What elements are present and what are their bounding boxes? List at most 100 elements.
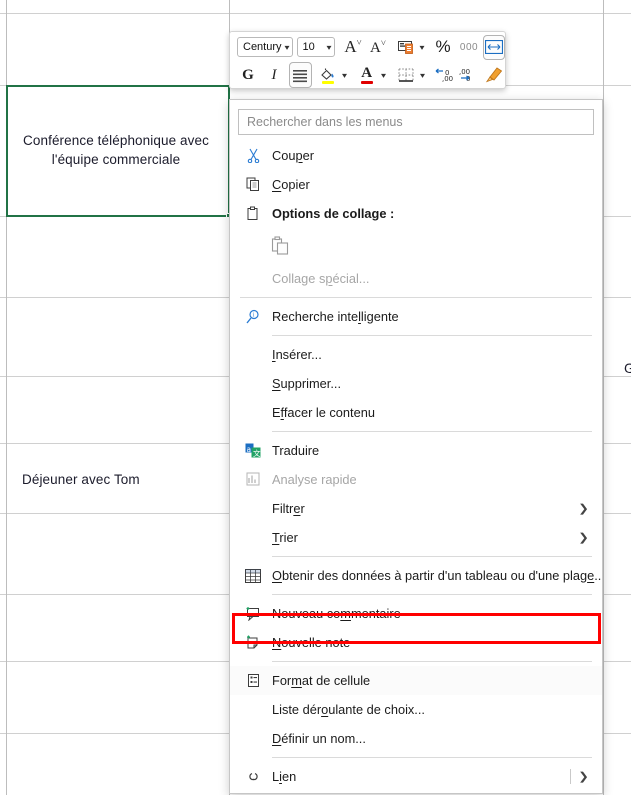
menu-item-paste-special: Collage spécial...: [230, 264, 602, 293]
table-icon: [238, 568, 268, 583]
increase-decimal-button[interactable]: 0 ,00: [433, 63, 455, 87]
menu-item-translate[interactable]: a 文 Traduire: [230, 436, 602, 465]
menu-item-clear-contents[interactable]: Effacer le contenu: [230, 398, 602, 427]
letter-a-up-icon: A˅: [344, 37, 362, 56]
menu-item-new-note[interactable]: Nouvelle note: [230, 628, 602, 657]
menu-separator: [272, 661, 592, 662]
menu-item-insert[interactable]: Insérer...: [230, 340, 602, 369]
format-painter-button[interactable]: [483, 63, 505, 87]
font-color-swatch: [360, 81, 373, 84]
menu-item-label: Format de cellule: [272, 673, 371, 688]
italic-button[interactable]: I: [263, 63, 285, 87]
fill-color-dropdown[interactable]: ▾: [337, 63, 351, 87]
chevron-down-icon: ▾: [326, 42, 332, 52]
link-icon: [238, 770, 268, 783]
gridline-vertical: [603, 0, 604, 795]
decrease-decimal-icon: ,00 0: [459, 68, 470, 83]
translate-icon: a 文: [238, 443, 268, 458]
menu-item-link[interactable]: Lien ❯: [230, 762, 602, 791]
menu-item-copy[interactable]: Copier: [230, 170, 602, 199]
cell-text-conference-line2: l'équipe commerciale: [51, 152, 181, 167]
letter-a-down-icon: A˅: [370, 37, 386, 56]
quick-analysis-icon: [238, 472, 268, 487]
menu-item-label: Collage spécial...: [272, 271, 370, 286]
comment-icon: [238, 606, 268, 621]
submenu-divider: [570, 769, 571, 784]
menu-item-smart-lookup[interactable]: i Recherche intelligente: [230, 302, 602, 331]
cell-text-conference-line1: Conférence téléphonique avec: [23, 133, 209, 148]
menu-search-placeholder: Rechercher dans les menus: [247, 115, 403, 129]
menu-item-sort[interactable]: Trier ❯: [230, 523, 602, 552]
menu-item-get-data[interactable]: Obtenir des données à partir d'un tablea…: [230, 561, 602, 590]
bold-button[interactable]: G: [237, 63, 259, 87]
svg-text:i: i: [253, 312, 255, 318]
menu-item-filter[interactable]: Filtrer ❯: [230, 494, 602, 523]
menu-item-define-name[interactable]: Définir un nom...: [230, 724, 602, 753]
italic-icon: I: [271, 66, 277, 83]
percent-style-button[interactable]: %: [432, 35, 454, 59]
menu-item-label: Options de collage :: [272, 206, 395, 221]
mini-floating-toolbar[interactable]: Century ▾ 10 ▾ A˅ A˅ ▾ % 000 G I ▾ A ▾ ▾…: [229, 31, 506, 89]
gridline-horizontal: [0, 13, 631, 14]
borders-button[interactable]: [395, 63, 417, 87]
wrap-text-icon: [485, 40, 503, 54]
menu-item-format-cells[interactable]: Format de cellule: [230, 666, 602, 695]
menu-item-label: Couper: [272, 148, 314, 163]
font-color-dropdown[interactable]: ▾: [376, 63, 390, 87]
scissors-icon: [238, 148, 268, 163]
menu-item-label: Obtenir des données à partir d'un tablea…: [272, 568, 602, 583]
clipboard-plain-icon: [267, 236, 293, 256]
menu-item-new-comment[interactable]: Nouveau commentaire: [230, 599, 602, 628]
letter-a-icon: A: [361, 64, 373, 81]
menu-item-delete[interactable]: Supprimer...: [230, 369, 602, 398]
decrease-decimal-button[interactable]: ,00 0: [457, 63, 479, 87]
font-name-value: Century: [243, 41, 282, 53]
decrease-font-size-button[interactable]: A˅: [367, 35, 389, 59]
cell-text-lunch: Déjeuner avec Tom: [22, 472, 140, 487]
menu-item-label: Nouvelle note: [272, 635, 351, 650]
menu-separator: [272, 556, 592, 557]
menu-item-label: Effacer le contenu: [272, 405, 375, 420]
fill-color-button[interactable]: [317, 63, 339, 87]
magnifier-icon: i: [238, 309, 268, 325]
menu-item-label: Supprimer...: [272, 376, 342, 391]
menu-item-label: Filtrer: [272, 501, 305, 516]
comma-style-button[interactable]: 000: [458, 35, 480, 59]
menu-separator: [272, 757, 592, 758]
borders-icon: [398, 68, 414, 82]
svg-text:文: 文: [253, 448, 261, 458]
paste-option-button[interactable]: [230, 228, 602, 264]
menu-item-label: Trier: [272, 530, 298, 545]
menu-item-label: Lien: [272, 769, 297, 784]
menu-item-label: Insérer...: [272, 347, 322, 362]
font-color-button[interactable]: A: [356, 63, 378, 87]
accounting-format-button[interactable]: [395, 35, 417, 59]
menu-search-input[interactable]: Rechercher dans les menus: [238, 109, 594, 135]
menu-separator: [272, 594, 592, 595]
currency-icon: [397, 40, 413, 54]
menu-item-label: Liste déroulante de choix...: [272, 702, 425, 717]
copy-icon: [238, 177, 268, 192]
font-size-value: 10: [302, 41, 315, 53]
paintbrush-icon: [485, 67, 503, 83]
menu-separator: [240, 297, 592, 298]
menu-item-dropdown-list[interactable]: Liste déroulante de choix...: [230, 695, 602, 724]
menu-separator: [272, 335, 592, 336]
svg-text:,00: ,00: [442, 75, 453, 83]
menu-separator: [272, 431, 592, 432]
accounting-format-dropdown[interactable]: ▾: [416, 35, 429, 59]
font-size-combobox[interactable]: 10 ▾: [296, 37, 335, 57]
menu-item-cut[interactable]: Couper: [230, 141, 602, 170]
font-name-combobox[interactable]: Century ▾: [237, 37, 293, 57]
increase-font-size-button[interactable]: A˅: [342, 35, 364, 59]
context-menu[interactable]: Rechercher dans les menus Couper Copier: [229, 99, 603, 794]
bold-icon: G: [242, 66, 254, 83]
wrap-text-button[interactable]: [483, 34, 505, 60]
borders-dropdown[interactable]: ▾: [415, 63, 429, 87]
chevron-right-icon: ❯: [578, 503, 589, 515]
increase-decimal-icon: 0 ,00: [435, 68, 453, 83]
align-button[interactable]: [289, 62, 312, 88]
percent-icon: %: [435, 37, 451, 56]
gridline-vertical: [6, 0, 7, 795]
menu-item-label: Nouveau commentaire: [272, 606, 401, 621]
